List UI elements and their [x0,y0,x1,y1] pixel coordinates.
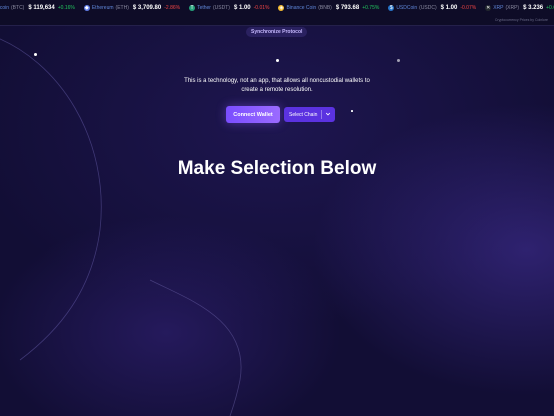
decorative-curves [0,38,242,416]
chevron-down-icon [325,112,331,116]
page-headline: Make Selection Below [177,158,377,179]
select-chain-dropdown[interactable]: Select Chain [284,107,335,122]
select-divider [321,110,322,119]
sparkle-dot [397,59,400,62]
synchronize-protocol-badge: Synchronize Protocol [246,27,308,37]
sparkle-dot [276,59,279,62]
connect-wallet-button[interactable]: Connect Wallet [226,106,280,123]
select-chain-label: Select Chain [289,111,318,118]
intro-description: This is a technology, not an app, that a… [184,78,370,93]
sparkle-dot [351,110,353,112]
sparkle-dot [34,53,37,56]
